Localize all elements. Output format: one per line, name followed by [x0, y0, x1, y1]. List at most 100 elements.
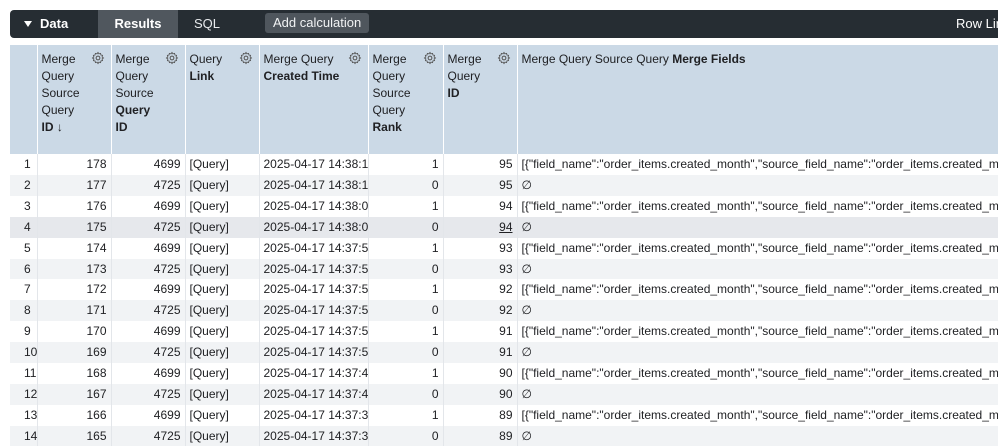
table-cell[interactable]: [Query] [185, 195, 260, 217]
gear-icon[interactable] [165, 51, 179, 65]
table-cell: 2025-04-17 14:37:51 [259, 300, 369, 322]
table-cell: 4699 [111, 195, 186, 217]
table-row[interactable]: 14 165 4725 [Query] 2025-04-17 14:37:34 0 89 ∅ [10, 425, 998, 446]
column-name: Link [189, 69, 215, 83]
table-cell: [{"field_name":"order_items.created_mont… [517, 363, 998, 384]
table-row[interactable]: 12 167 4725 [Query] 2025-04-17 14:37:45 0 90 ∅ [10, 383, 998, 405]
table-cell: 2025-04-17 14:37:45 [259, 383, 369, 405]
table-cell: 0 [368, 258, 444, 280]
table-cell: 94 [443, 195, 518, 217]
table-cell: 1 [368, 195, 444, 217]
table-cell: 4699 [111, 279, 186, 301]
results-grid: Merge Query Source Query ID ↓ Merge Query… [10, 45, 998, 446]
table-row[interactable]: 8 171 4725 [Query] 2025-04-17 14:37:51 0 92 ∅ [10, 300, 998, 322]
gear-icon[interactable] [239, 51, 253, 65]
gear-icon[interactable] [497, 51, 511, 65]
row-number: 6 [10, 258, 38, 280]
table-cell: 169 [37, 342, 112, 364]
column-header[interactable]: Merge Query Source Query Rank [368, 45, 444, 154]
table-cell: 90 [443, 383, 518, 405]
tab-sql[interactable]: SQL [182, 10, 232, 38]
table-cell[interactable]: [Query] [185, 174, 260, 196]
table-cell[interactable]: [Query] [185, 237, 260, 259]
table-cell: 168 [37, 363, 112, 384]
table-cell: 92 [443, 279, 518, 301]
column-header[interactable]: Merge Query Created Time [259, 45, 369, 154]
table-cell: 4725 [111, 216, 186, 238]
table-cell[interactable]: [Query] [185, 279, 260, 301]
gear-icon[interactable] [91, 51, 105, 65]
row-number: 12 [10, 383, 38, 405]
data-label: Data [40, 16, 69, 31]
header-row: Merge Query Source Query ID ↓ Merge Query… [10, 45, 998, 154]
sort-desc-icon[interactable]: ↓ [57, 120, 63, 134]
row-limit-label[interactable]: Row Lin [956, 10, 998, 38]
table-cell: 177 [37, 174, 112, 196]
table-row[interactable]: 5 174 4699 [Query] 2025-04-17 14:37:56 1 93 [{"… [10, 237, 998, 259]
table-cell: 165 [37, 425, 112, 446]
results-toolbar: Data Results SQL Add calculation Row Lin [10, 10, 998, 38]
table-cell: 91 [443, 321, 518, 343]
table-row[interactable]: 13 166 4699 [Query] 2025-04-17 14:37:34 1 89[{… [10, 404, 998, 426]
column-header[interactable]: Query Link [185, 45, 260, 154]
table-cell[interactable]: [Query] [185, 342, 260, 364]
column-header[interactable]: Merge Query Source Query ID ↓ [37, 45, 112, 154]
table-cell: [{"field_name":"order_items.created_mont… [517, 237, 998, 259]
table-row[interactable]: 1 178 4699 [Query] 2025-04-17 14:38:17 1 95 [{"… [10, 154, 998, 175]
table-cell[interactable]: [Query] [185, 425, 260, 446]
gear-icon[interactable] [348, 51, 362, 65]
table-cell: 178 [37, 154, 112, 175]
table-cell: 170 [37, 321, 112, 343]
table-cell: ∅ [517, 383, 998, 405]
table-cell[interactable]: [Query] [185, 154, 260, 175]
table-cell[interactable]: [Query] [185, 258, 260, 280]
table-cell: 167 [37, 383, 112, 405]
table-row[interactable]: 3 176 4699 [Query] 2025-04-17 14:38:04 1 94 [{"… [10, 195, 998, 217]
row-number: 1 [10, 154, 38, 175]
table-cell: 173 [37, 258, 112, 280]
table-cell: 90 [443, 363, 518, 384]
column-prefix: Merge Query Source Query [521, 52, 669, 66]
column-prefix: Merge Query Source Query [41, 52, 80, 117]
tab-results[interactable]: Results [98, 10, 178, 38]
table-cell: ∅ [517, 300, 998, 322]
table-cell: ∅ [517, 174, 998, 196]
column-header[interactable]: Merge Query Source Query Merge Fields [517, 45, 998, 154]
table-cell[interactable]: [Query] [185, 216, 260, 238]
column-name: ID [447, 86, 460, 100]
table-cell: [{"field_name":"order_items.created_mont… [517, 154, 998, 175]
column-prefix: Query [189, 52, 223, 66]
table-cell[interactable]: [Query] [185, 404, 260, 426]
gear-icon[interactable] [423, 51, 437, 65]
table-cell: 4725 [111, 383, 186, 405]
table-cell: 4699 [111, 154, 186, 175]
table-cell: 2025-04-17 14:37:34 [259, 425, 369, 446]
column-header[interactable]: Merge Query ID [443, 45, 518, 154]
table-row[interactable]: 11 168 4699 [Query] 2025-04-17 14:37:45 1 90[{… [10, 363, 998, 384]
table-cell: 91 [443, 342, 518, 364]
table-row[interactable]: 10 169 4725 [Query] 2025-04-17 14:37:51 0 91 ∅ [10, 342, 998, 364]
table-cell: ∅ [517, 216, 998, 238]
table-cell[interactable]: [Query] [185, 383, 260, 405]
table-cell: 93 [443, 237, 518, 259]
column-header[interactable]: Merge Query Source Query ID [111, 45, 186, 154]
data-section-toggle[interactable]: Data [24, 10, 68, 38]
row-number: 4 [10, 216, 38, 238]
table-row[interactable]: 9 170 4699 [Query] 2025-04-17 14:37:51 1 91 [{"… [10, 321, 998, 343]
table-cell: ∅ [517, 342, 998, 364]
table-cell: 0 [368, 425, 444, 446]
table-cell[interactable]: [Query] [185, 321, 260, 343]
table-row[interactable]: 6 173 4725 [Query] 2025-04-17 14:37:56 0 93 ∅ [10, 258, 998, 280]
table-row[interactable]: 7 172 4699 [Query] 2025-04-17 14:37:51 1 92 [{"… [10, 279, 998, 301]
add-calculation-button[interactable]: Add calculation [265, 13, 370, 33]
table-row[interactable]: 4 175 4725 [Query] 2025-04-17 14:38:04 0 94 ∅ [10, 216, 998, 238]
table-cell[interactable]: [Query] [185, 300, 260, 322]
table-cell[interactable]: [Query] [185, 363, 260, 384]
table-cell: 2025-04-17 14:37:56 [259, 237, 369, 259]
table-cell: 2025-04-17 14:37:51 [259, 342, 369, 364]
table-cell: 2025-04-17 14:37:45 [259, 363, 369, 384]
table-cell: 2025-04-17 14:38:04 [259, 216, 369, 238]
table-cell: 4725 [111, 300, 186, 322]
table-row[interactable]: 2 177 4725 [Query] 2025-04-17 14:38:17 0 95 ∅ [10, 174, 998, 196]
row-number-header [10, 45, 38, 154]
